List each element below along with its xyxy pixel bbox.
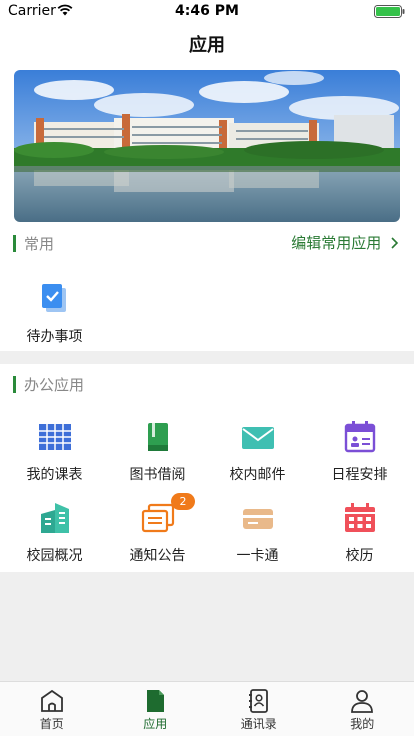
tab-bar: 首页 应用 通讯录 我的 <box>0 681 414 736</box>
card-icon <box>242 509 273 529</box>
tab-contacts[interactable]: 通讯录 <box>207 682 311 736</box>
app-campus-card[interactable]: 一卡通 <box>206 500 309 565</box>
nav-bar: 应用 <box>0 22 414 70</box>
section-accent-bar <box>13 376 16 393</box>
app-label: 一卡通 <box>236 548 279 564</box>
calendar-icon <box>344 421 375 453</box>
status-time: 4:46 PM <box>175 3 239 19</box>
app-book-borrowing[interactable]: 图书借阅 <box>106 419 209 484</box>
app-campus-mail[interactable]: 校内邮件 <box>206 419 309 484</box>
app-notices[interactable]: 通知公告 <box>106 500 209 565</box>
app-label: 校历 <box>345 548 374 564</box>
app-label: 校园概况 <box>26 548 83 564</box>
tab-label: 通讯录 <box>240 717 277 731</box>
common-item-label: 待办事项 <box>26 329 83 345</box>
app-school-calendar[interactable]: 校历 <box>308 500 411 565</box>
section-accent-bar <box>13 235 16 252</box>
apps-icon <box>147 690 165 712</box>
notice-icon <box>141 503 174 533</box>
contacts-icon <box>248 689 268 713</box>
app-label: 图书借阅 <box>129 467 186 483</box>
app-label: 我的课表 <box>26 467 83 483</box>
status-bar: Carrier 4:46 PM <box>0 0 414 22</box>
todo-icon <box>41 284 66 312</box>
tab-profile[interactable]: 我的 <box>311 682 414 736</box>
app-label: 校内邮件 <box>229 467 286 483</box>
office-section-title: 办公应用 <box>24 376 85 394</box>
notice-count-badge: 2 <box>171 493 195 510</box>
tab-home[interactable]: 首页 <box>0 682 104 736</box>
page-title: 应用 <box>189 35 225 56</box>
app-my-timetable[interactable]: 我的课表 <box>3 419 106 484</box>
book-icon <box>147 423 168 451</box>
chevron-right-icon <box>391 237 399 249</box>
common-section-title: 常用 <box>24 235 55 253</box>
tab-label: 我的 <box>350 717 375 731</box>
tab-label: 首页 <box>39 717 64 731</box>
common-item-todo[interactable]: 待办事项 <box>3 281 106 346</box>
timetable-icon <box>38 424 71 450</box>
office-section-header: 办公应用 <box>0 373 414 397</box>
tab-apps[interactable]: 应用 <box>104 682 208 736</box>
tab-label: 应用 <box>143 717 168 731</box>
app-label: 通知公告 <box>129 548 186 564</box>
battery-icon <box>374 5 405 18</box>
app-schedule[interactable]: 日程安排 <box>308 419 411 484</box>
home-icon <box>40 689 63 712</box>
mail-icon <box>241 427 274 449</box>
buildings-icon <box>40 503 69 533</box>
app-campus-overview[interactable]: 校园概况 <box>3 500 106 565</box>
campus-banner-image[interactable] <box>14 70 400 222</box>
school-calendar-icon <box>344 503 375 532</box>
edit-common-apps-link[interactable]: 编辑常用应用 <box>291 232 400 253</box>
profile-icon <box>351 690 374 713</box>
app-label: 日程安排 <box>331 467 388 483</box>
edit-common-apps-label: 编辑常用应用 <box>291 234 382 252</box>
common-section-header: 常用 编辑常用应用 <box>0 232 414 256</box>
